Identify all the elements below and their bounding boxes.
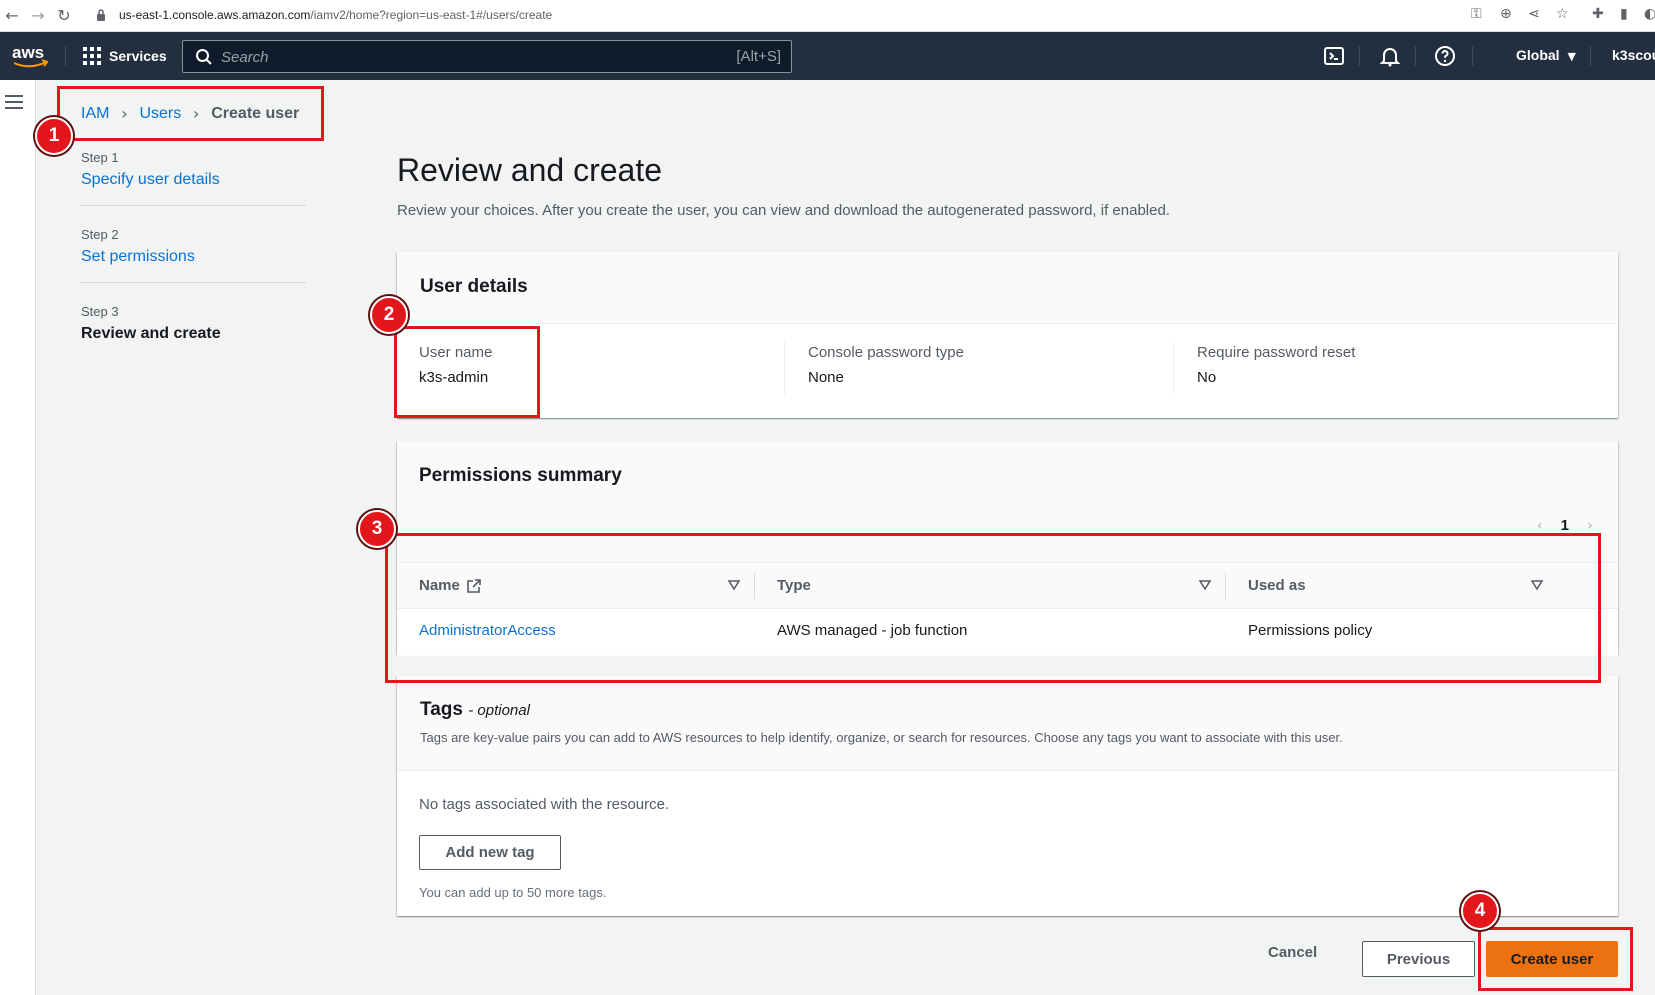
nav-divider [1359, 46, 1360, 66]
require-password-reset-value: No [1197, 369, 1217, 386]
caret-down-icon: ▼ [1567, 50, 1576, 63]
annotation-badge-3: 3 [358, 510, 396, 548]
tags-limit-hint: You can add up to 50 more tags. [419, 885, 607, 900]
require-password-reset-field: Require password reset No [1197, 344, 1355, 386]
account-menu[interactable]: k3scou [1612, 47, 1655, 63]
tags-header: Tags - optional Tags are key-value pairs… [397, 676, 1618, 771]
tags-optional-label: - optional [468, 702, 530, 719]
extensions-icon[interactable]: ✚ [1592, 6, 1604, 22]
back-arrow-icon[interactable]: ← [2, 6, 22, 26]
annotation-badge-1: 1 [35, 117, 73, 155]
nav-divider [1415, 46, 1416, 66]
page-title: Review and create [397, 152, 663, 188]
search-icon [196, 49, 212, 65]
require-password-reset-label: Require password reset [1197, 344, 1356, 361]
url-host: us-east-1.console.aws.amazon.com [119, 8, 311, 22]
nav-divider [1472, 46, 1473, 66]
step-link-set-permissions[interactable]: Set permissions [81, 248, 306, 266]
tags-panel: Tags - optional Tags are key-value pairs… [397, 676, 1618, 916]
nav-divider [65, 46, 66, 66]
step-number: Step 3 [81, 304, 119, 319]
search-input[interactable] [221, 46, 691, 68]
annotation-badge-4: 4 [1461, 892, 1499, 930]
browser-toolbar: ← → ↻ us-east-1.console.aws.amazon.com/i… [0, 0, 1655, 32]
previous-button[interactable]: Previous [1362, 941, 1475, 977]
annotation-box-1 [57, 86, 324, 141]
user-details-panel: User details User name k3s-admin Console… [397, 252, 1618, 418]
user-details-title: User details [420, 276, 528, 297]
step-3: Step 3 Review and create [81, 304, 306, 359]
step-link-specify-user-details[interactable]: Specify user details [81, 171, 306, 189]
step-current-review-and-create: Review and create [81, 325, 221, 342]
services-menu[interactable]: Services [83, 44, 167, 68]
side-panel-icon[interactable]: ▮ [1620, 6, 1628, 22]
chevron-right-icon[interactable]: › [1587, 516, 1593, 534]
console-password-type-label: Console password type [808, 344, 964, 361]
forward-arrow-icon[interactable]: → [28, 6, 48, 26]
region-selector[interactable]: Global ▼ [1516, 47, 1576, 63]
hamburger-menu-icon[interactable] [5, 95, 23, 109]
profile-icon[interactable]: ◐ [1644, 6, 1655, 22]
share-icon[interactable]: ⋖ [1528, 6, 1540, 22]
cancel-button[interactable]: Cancel [1268, 944, 1317, 961]
wizard-steps: Step 1 Specify user details Step 2 Set p… [81, 150, 306, 380]
aws-logo-icon[interactable]: aws [10, 40, 50, 70]
tags-title: Tags - optional [420, 699, 1595, 721]
annotation-box-2 [394, 326, 540, 418]
annotation-box-4 [1478, 927, 1633, 991]
cloudshell-icon[interactable] [1322, 44, 1346, 68]
user-details-header: User details [397, 252, 1618, 324]
step-1: Step 1 Specify user details [81, 150, 306, 206]
side-navigation-rail [0, 80, 36, 995]
tags-title-text: Tags [420, 699, 463, 720]
svg-text:aws: aws [12, 43, 44, 62]
no-tags-message: No tags associated with the resource. [419, 796, 670, 813]
region-label: Global [1516, 47, 1560, 63]
page-number[interactable]: 1 [1561, 517, 1569, 534]
page-description: Review your choices. After you create th… [397, 202, 1170, 219]
reload-icon[interactable]: ↻ [54, 6, 74, 26]
step-2: Step 2 Set permissions [81, 227, 306, 283]
field-divider [784, 342, 785, 394]
permissions-title: Permissions summary [419, 465, 622, 486]
add-new-tag-button[interactable]: Add new tag [419, 835, 561, 870]
nav-divider [1590, 46, 1591, 66]
aws-top-nav: aws Services [Alt+S] Global ▼ k3 [0, 32, 1655, 80]
console-password-type-value: None [808, 369, 844, 386]
services-grid-icon [83, 47, 101, 65]
console-password-type-field: Console password type None [808, 344, 964, 386]
step-number: Step 1 [81, 150, 119, 165]
annotation-badge-2: 2 [370, 296, 408, 334]
bookmark-star-icon[interactable]: ☆ [1556, 6, 1569, 22]
step-number: Step 2 [81, 227, 119, 242]
field-divider [1173, 342, 1174, 394]
help-icon[interactable] [1433, 44, 1457, 68]
zoom-icon[interactable]: ⊕ [1500, 6, 1512, 22]
url-path: /iamv2/home?region=us-east-1#/users/crea… [310, 8, 553, 22]
address-bar[interactable]: us-east-1.console.aws.amazon.com/iamv2/h… [119, 8, 552, 22]
search-shortcut: [Alt+S] [736, 48, 781, 65]
notifications-bell-icon[interactable] [1378, 44, 1402, 68]
pagination: ‹ 1 › [1537, 516, 1593, 534]
key-icon[interactable]: ⚿ [1471, 6, 1482, 22]
annotation-box-3 [385, 533, 1601, 683]
chevron-left-icon[interactable]: ‹ [1537, 516, 1543, 534]
search-bar[interactable]: [Alt+S] [182, 40, 792, 73]
lock-icon [97, 9, 105, 21]
services-label: Services [109, 48, 167, 64]
tags-description: Tags are key-value pairs you can add to … [420, 730, 1343, 745]
